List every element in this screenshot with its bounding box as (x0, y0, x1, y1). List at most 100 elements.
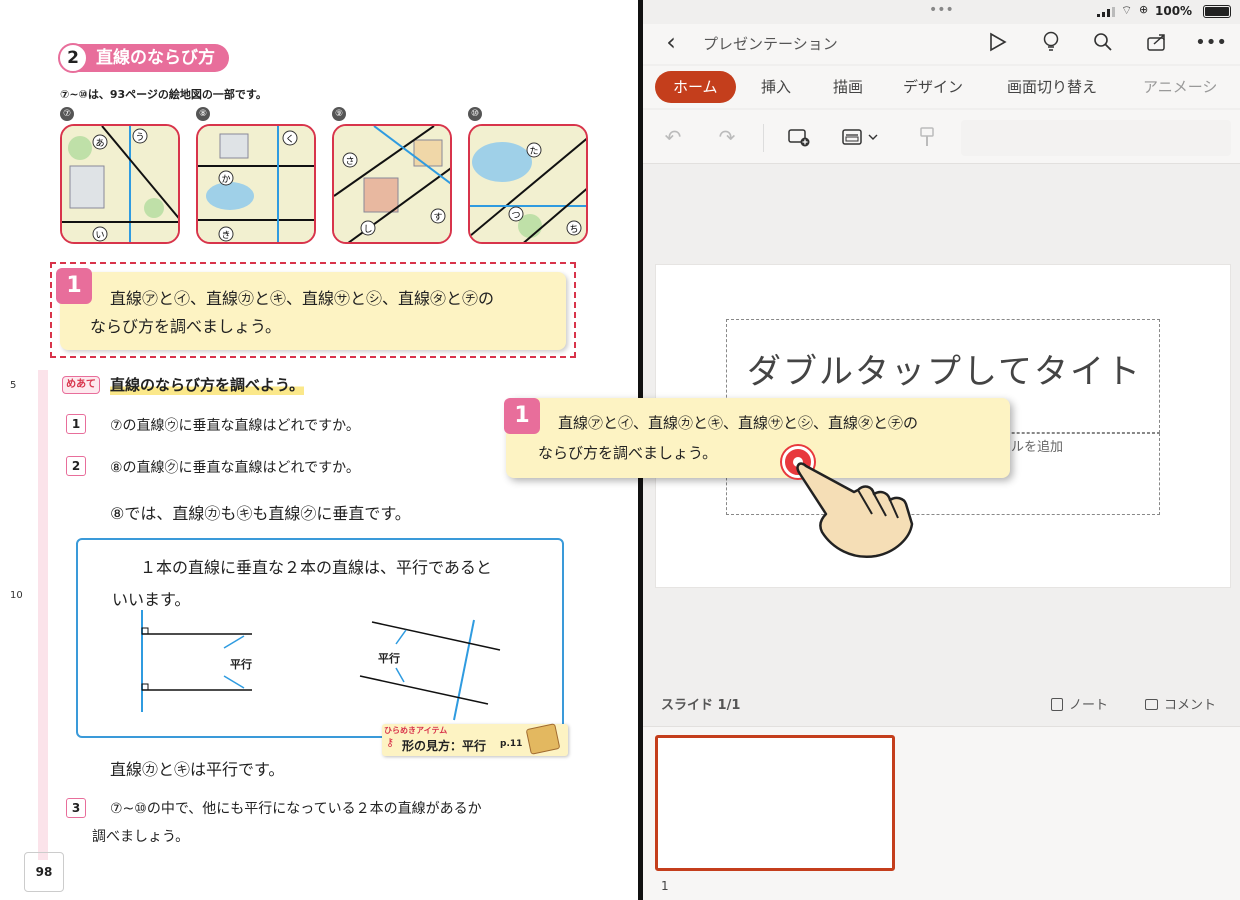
dragged-task-badge: 1 (504, 398, 540, 434)
question-3-line1: ⑦~⑩の中で、他にも平行になっている２本の直線があるか (110, 801, 482, 817)
toolbar-font-area[interactable] (961, 120, 1231, 156)
map-label-7: ⑦ (60, 107, 74, 121)
task-box[interactable]: 1 直線㋐と㋑、直線㋕と㋖、直線㋚と㋛、直線㋟と㋠の ならび方を調べましょう。 (56, 268, 566, 350)
signal-icon (1097, 6, 1115, 17)
definition-box: １本の直線に垂直な２本の直線は、平行であると いいます。 平行 平行 (76, 538, 564, 738)
map-8-drawing: く か き (198, 126, 314, 242)
map-label-9: ⑨ (332, 107, 346, 121)
dragged-task-box[interactable]: 1 直線㋐と㋑、直線㋕と㋖、直線㋚と㋛、直線㋟と㋠の ならび方を調べましょう。 (504, 398, 1010, 478)
map-9-drawing: さ す し (334, 126, 450, 242)
tab-home[interactable]: ホーム (655, 71, 736, 103)
wifi-icon: ⌔ (1121, 3, 1133, 17)
key-icon: ⚷ (386, 736, 395, 749)
map-10: た つ ち (468, 124, 588, 244)
comments-label: コメント (1164, 698, 1217, 713)
tab-insert[interactable]: 挿入 (761, 71, 791, 103)
back-chevron-icon[interactable]: ‹ (657, 28, 685, 56)
notes-button[interactable]: ノート (1051, 694, 1108, 713)
question-2-text: ⑧の直線㋗に垂直な直線はどれですか。 (110, 460, 360, 476)
redo-icon[interactable]: ↷ (713, 123, 741, 151)
meate-label: めあて (62, 376, 100, 394)
ribbon-tabs: ホーム 挿入 描画 デザイン 画面切り替え アニメーシ (643, 66, 1240, 108)
map-10-drawing: た つ ち (470, 126, 586, 242)
hand-pointer-icon (796, 462, 914, 559)
document-title[interactable]: プレゼンテーション (703, 33, 838, 54)
dragged-task-line2: ならび方を調べましょう。 (538, 444, 718, 462)
nav-bar: ‹ プレゼンテーション ••• (643, 24, 1240, 64)
title-placeholder-text: ダブルタップしてタイト (747, 352, 1142, 392)
question-3-number: 3 (66, 798, 86, 818)
treasure-chest-icon (525, 723, 561, 755)
play-icon[interactable] (983, 28, 1011, 56)
svg-text:さ: さ (345, 156, 354, 167)
line-number-10: 10 (10, 590, 23, 601)
layout-icon[interactable] (839, 123, 883, 151)
svg-text:き: き (221, 230, 230, 241)
question-2-answer: ⑧では、直線㋕も㋖も直線㋗に垂直です。 (110, 504, 411, 523)
slide-footer: スライド 1/1 ノート コメント (643, 684, 1240, 724)
map-7-drawing: あ う い (62, 126, 178, 242)
map-label-8: ⑧ (196, 107, 210, 121)
lightbulb-icon[interactable] (1037, 28, 1065, 56)
svg-text:あ: あ (95, 138, 104, 149)
tab-transitions[interactable]: 画面切り替え (1007, 71, 1097, 103)
svg-text:く: く (285, 135, 294, 145)
question-2-number: 2 (66, 456, 86, 476)
line-number-5: 5 (10, 380, 17, 391)
comment-icon (1145, 699, 1158, 710)
thumbnail-number: 1 (661, 879, 669, 893)
slide-counter: スライド 1/1 (661, 698, 741, 713)
battery-icon (1203, 5, 1231, 18)
margin-bar (38, 370, 48, 860)
toolbar-divider (763, 124, 764, 152)
battery-percent: 100% (1155, 4, 1193, 18)
hirameki-text: 形の見方：平行 (402, 739, 487, 753)
notes-label: ノート (1069, 698, 1109, 713)
svg-text:し: し (363, 224, 372, 235)
map-7: あ う い (60, 124, 180, 244)
task-line1: 直線㋐と㋑、直線㋕と㋖、直線㋚と㋛、直線㋟と㋠の (110, 289, 495, 308)
svg-text:ち: ち (569, 224, 578, 235)
multitask-dots[interactable]: ••• (929, 2, 954, 18)
svg-text:た: た (529, 146, 538, 157)
status-bar: ••• ⌔ ⊕ 100% (643, 0, 1240, 24)
tab-draw[interactable]: 描画 (833, 71, 863, 103)
parallel-label-right: 平行 (378, 652, 400, 665)
ribbon-toolbar: ↶ ↷ (643, 110, 1240, 164)
share-icon[interactable] (1143, 28, 1171, 56)
map-9: さ す し (332, 124, 452, 244)
new-slide-icon[interactable] (785, 123, 813, 151)
map-note: ⑦~⑩は、93ページの絵地図の一部です。 (60, 88, 267, 101)
section-title: 2 直線のならび方 (58, 43, 229, 73)
dragged-task-line1: 直線㋐と㋑、直線㋕と㋖、直線㋚と㋛、直線㋟と㋠の (558, 414, 919, 432)
parallel-statement: 直線㋕と㋖は平行です。 (110, 760, 285, 779)
hirameki-small: ひらめきアイテム (384, 726, 448, 735)
task-line2: ならび方を調べましょう。 (90, 317, 282, 336)
slide-thumbnails: 1 (643, 726, 1240, 900)
tab-design[interactable]: デザイン (903, 71, 963, 103)
map-8: く か き (196, 124, 316, 244)
orientation-lock-icon: ⊕ (1139, 3, 1149, 16)
subtitle-placeholder-text: ルを追加 (1011, 440, 1064, 455)
task-badge: 1 (56, 268, 92, 304)
more-icon[interactable]: ••• (1195, 28, 1227, 56)
tab-animations[interactable]: アニメーシ (1143, 71, 1217, 103)
svg-text:つ: つ (511, 211, 520, 221)
svg-text:う: う (135, 132, 144, 143)
comments-button[interactable]: コメント (1145, 694, 1216, 713)
map-label-10: ⑩ (468, 107, 482, 121)
parallel-label-left: 平行 (230, 658, 252, 671)
notes-icon (1051, 698, 1063, 711)
search-icon[interactable] (1089, 28, 1117, 56)
question-1-text: ⑦の直線㋒に垂直な直線はどれですか。 (110, 418, 360, 434)
slide-thumbnail-1[interactable] (655, 735, 895, 871)
undo-icon[interactable]: ↶ (659, 123, 687, 151)
meate-text: 直線のならび方を調べよう。 (110, 374, 305, 395)
question-1-number: 1 (66, 414, 86, 434)
svg-text:か: か (221, 174, 230, 185)
format-painter-icon[interactable] (913, 123, 941, 151)
section-number: 2 (58, 43, 88, 73)
svg-text:い: い (95, 231, 104, 241)
question-3-line2: 調べましょう。 (92, 829, 190, 845)
hirameki-item[interactable]: ひらめきアイテム ⚷ 形の見方：平行 p.11 (382, 723, 568, 756)
